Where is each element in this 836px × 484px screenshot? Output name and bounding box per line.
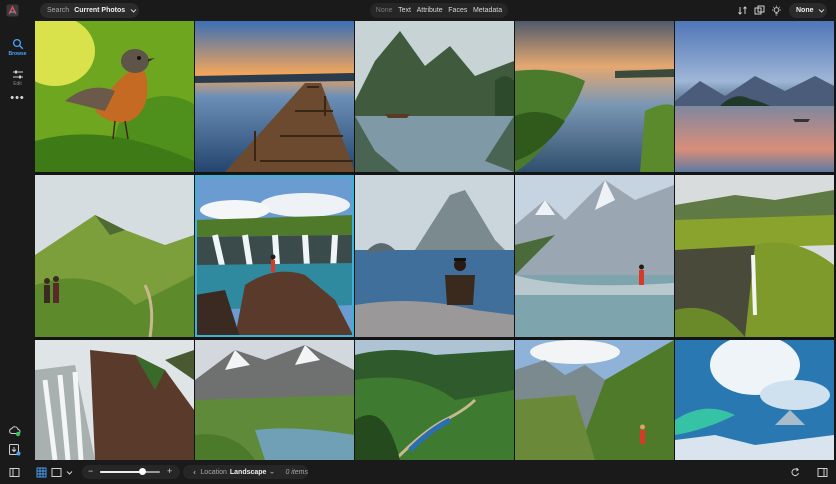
photo-thumbnail-forest-train[interactable] [355, 340, 514, 460]
single-view-icon[interactable] [51, 467, 62, 478]
photo-thumbnail-snow-mountain-lake[interactable] [195, 340, 354, 460]
bottom-toolbar: − + Location Landscape 0 items [0, 460, 836, 484]
more-options-button[interactable]: ••• [0, 92, 35, 104]
location-filter-dropdown[interactable]: Location Landscape 0 items [183, 465, 308, 479]
photo-thumbnail-mountain-lake-hiker[interactable] [515, 175, 674, 337]
search-scope-value: Current Photos [74, 7, 126, 14]
lightbulb-icon[interactable] [771, 5, 782, 16]
thumbnail-size-slider[interactable]: − + [82, 465, 180, 479]
item-count: 0 items [285, 468, 308, 476]
photo-thumbnail-waterfall-hiker[interactable] [195, 175, 354, 337]
chevron-down-icon[interactable] [64, 467, 75, 478]
location-label: Location [200, 468, 227, 476]
sort-icon[interactable] [737, 5, 748, 16]
zoom-in-button[interactable]: + [167, 466, 172, 476]
left-navigation-rail: Browse Edit ••• [0, 21, 35, 460]
location-value: Landscape [229, 468, 267, 476]
app-logo-icon [6, 4, 19, 17]
zoom-slider-track[interactable] [100, 468, 160, 475]
tab-text[interactable]: Text [398, 7, 411, 14]
photo-thumbnail-pier[interactable] [195, 21, 354, 172]
edit-label: Edit [13, 81, 22, 87]
photo-thumbnail-aurora-sky[interactable] [675, 340, 834, 460]
photo-grid [35, 21, 834, 460]
chevron-down-icon [818, 9, 824, 13]
sort-value: None [796, 7, 814, 14]
top-toolbar: Search Current Photos None Text Attribut… [0, 0, 836, 21]
tab-attribute[interactable]: Attribute [417, 7, 443, 14]
photo-thumbnail-hikers-ridge[interactable] [35, 175, 194, 337]
zoom-out-button[interactable]: − [88, 466, 93, 476]
toggle-sidebar-icon[interactable] [9, 467, 20, 478]
photo-thumbnail-boat-lake[interactable] [355, 21, 514, 172]
photo-thumbnail-cliff-waterfall[interactable] [675, 175, 834, 337]
grid-view-icon[interactable] [36, 467, 47, 478]
sort-dropdown[interactable]: None [789, 3, 827, 18]
edit-button[interactable]: Edit [0, 69, 35, 87]
chevron-left-icon [193, 470, 196, 474]
search-filter-tabs: None Text Attribute Faces Metadata [370, 3, 508, 18]
cloud-sync-icon[interactable] [8, 424, 21, 437]
tab-faces[interactable]: Faces [448, 7, 467, 14]
browse-label: Browse [8, 51, 27, 57]
zoom-slider-handle[interactable] [139, 468, 146, 475]
compare-view-icon[interactable] [754, 5, 765, 16]
tab-none[interactable]: None [376, 7, 393, 14]
photo-thumbnail-hiker-valley[interactable] [515, 340, 674, 460]
browse-icon [12, 38, 23, 50]
photo-thumbnail-island-lake[interactable] [675, 21, 834, 172]
chevron-down-icon [130, 9, 137, 13]
more-dots-icon: ••• [10, 92, 25, 104]
chevron-down-icon [270, 471, 275, 474]
browse-button[interactable]: Browse [0, 38, 35, 57]
rotate-icon[interactable] [790, 467, 801, 478]
photo-thumbnail-sea-rock-sitter[interactable] [355, 175, 514, 337]
toggle-info-panel-icon[interactable] [817, 467, 828, 478]
zoom-slider-fill [100, 471, 142, 473]
photo-thumbnail-bird[interactable] [35, 21, 194, 172]
search-label: Search [47, 7, 70, 14]
tab-metadata[interactable]: Metadata [473, 7, 502, 14]
photo-thumbnail-coastal-lake[interactable] [515, 21, 674, 172]
import-icon[interactable] [8, 443, 21, 456]
search-scope-dropdown[interactable]: Search Current Photos [40, 3, 139, 18]
photo-thumbnail-waterfall-canyon[interactable] [35, 340, 194, 460]
adjust-sliders-icon [12, 70, 23, 79]
